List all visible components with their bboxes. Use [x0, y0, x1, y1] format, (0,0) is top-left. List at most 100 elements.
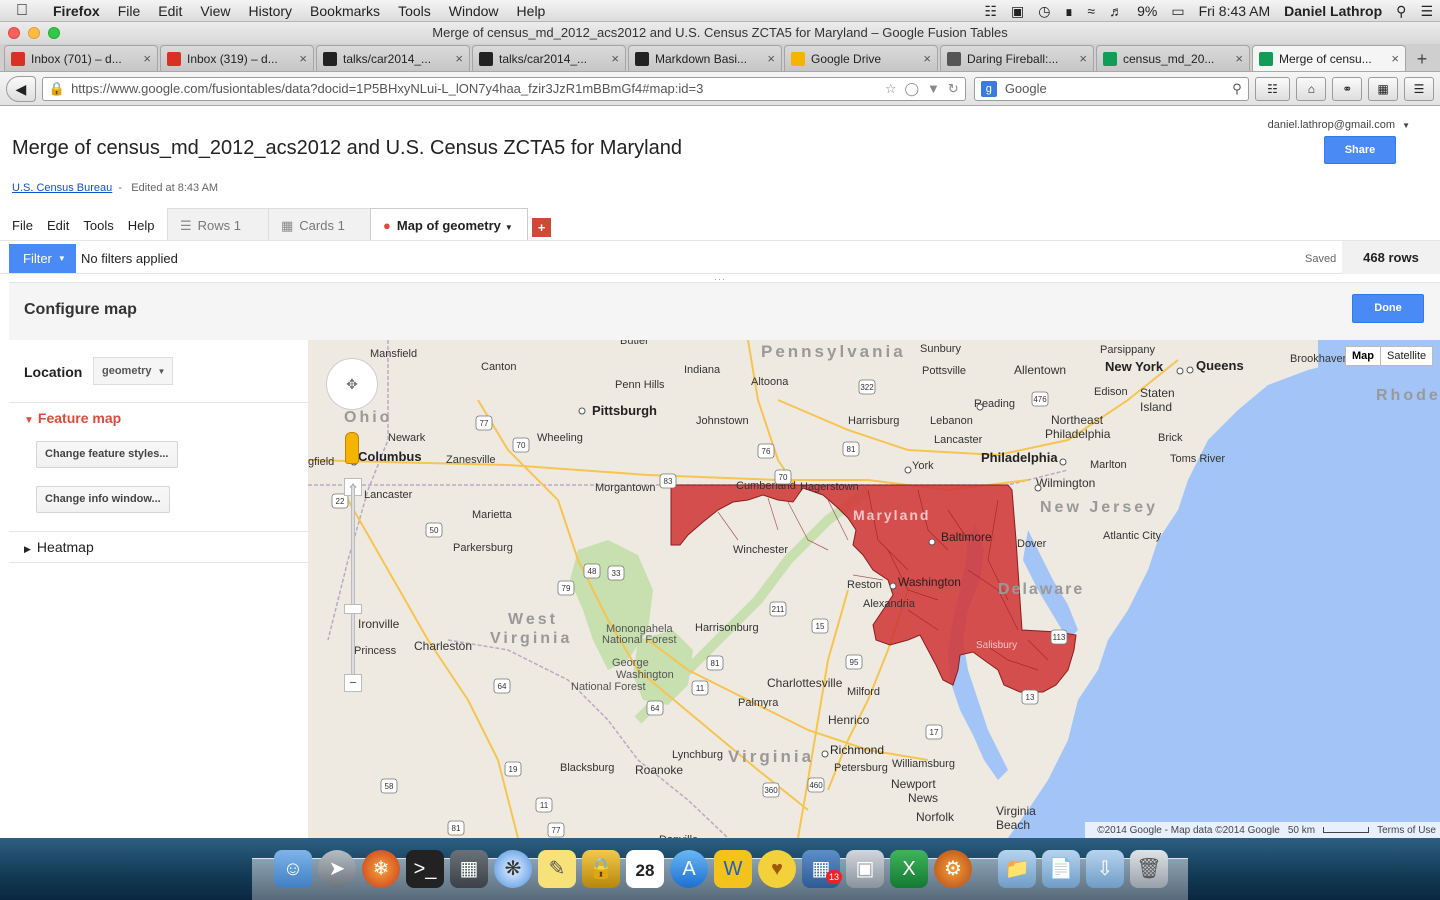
change-info-window-button[interactable]: Change info window...	[36, 486, 170, 513]
menu-bookmarks[interactable]: Bookmarks	[301, 0, 389, 22]
extension-button[interactable]: ▦	[1368, 76, 1399, 101]
browser-tab[interactable]: Daring Fireball:... ×	[940, 45, 1094, 71]
user-menu[interactable]: Daniel Lathrop	[1277, 0, 1389, 22]
menu-view[interactable]: View	[191, 0, 239, 22]
map-view[interactable]: Pennsylvania Ohio West Virginia Virginia New …	[308, 340, 1440, 838]
airplay-icon[interactable]: ▣	[1004, 0, 1031, 22]
apple-menu-icon[interactable]: 	[0, 2, 44, 20]
zoom-slider-track[interactable]	[351, 485, 355, 685]
filter-button[interactable]: Filter ▼	[9, 244, 76, 273]
menu-window[interactable]: Window	[440, 0, 508, 22]
home-button[interactable]: ⌂	[1296, 76, 1327, 101]
finder-icon[interactable]: ☺	[274, 850, 312, 888]
system-app-icon[interactable]: ▦	[450, 850, 488, 888]
google-search-engine-icon[interactable]: g	[980, 80, 997, 97]
safari-icon[interactable]: ❋	[494, 850, 532, 888]
spotlight-icon[interactable]: ⚲	[1389, 0, 1413, 22]
close-tab-icon[interactable]: ×	[299, 51, 307, 66]
zoom-window-button[interactable]	[48, 27, 60, 39]
bookmark-star-icon[interactable]: ☆	[885, 81, 897, 97]
zoom-slider-handle[interactable]	[344, 604, 362, 614]
done-button[interactable]: Done	[1352, 294, 1424, 323]
screen-share-icon[interactable]: ☷	[977, 0, 1004, 22]
account-email[interactable]: daniel.lathrop@gmail.com	[1268, 119, 1395, 131]
browser-tab[interactable]: Inbox (701) – d... ×	[4, 45, 158, 71]
excel-icon[interactable]: X	[890, 850, 928, 888]
menu-edit[interactable]: Edit	[149, 0, 191, 22]
pocket-toolbar-button[interactable]: ⚭	[1332, 76, 1363, 101]
downloads-folder-icon[interactable]: ⇩	[1086, 850, 1124, 888]
browser-tab[interactable]: Google Drive ×	[784, 45, 938, 71]
close-tab-icon[interactable]: ×	[611, 51, 619, 66]
zoom-out-button[interactable]: −	[344, 674, 362, 692]
close-tab-icon[interactable]: ×	[1391, 51, 1399, 66]
browser-tab[interactable]: talks/car2014_... ×	[316, 45, 470, 71]
add-tab-button[interactable]: +	[532, 218, 551, 237]
change-feature-styles-button[interactable]: Change feature styles...	[36, 441, 178, 468]
close-tab-icon[interactable]: ×	[767, 51, 775, 66]
url-text[interactable]: https://www.google.com/fusiontables/data…	[71, 81, 877, 96]
utility-icon[interactable]: ⚙	[934, 850, 972, 888]
new-tab-button[interactable]: +	[1408, 47, 1436, 71]
location-select[interactable]: geometry ▼	[93, 357, 173, 385]
tab-cards[interactable]: ▦ Cards 1	[268, 208, 371, 240]
chevron-down-icon[interactable]: ▼	[1402, 121, 1410, 130]
close-tab-icon[interactable]: ×	[1079, 51, 1087, 66]
bookmarks-menu-button[interactable]: ☷	[1254, 76, 1291, 101]
app-menu[interactable]: Firefox	[44, 0, 109, 22]
close-tab-icon[interactable]: ×	[1235, 51, 1243, 66]
minimize-window-button[interactable]	[28, 27, 40, 39]
textwrangler-icon[interactable]: W	[714, 850, 752, 888]
cyberduck-icon[interactable]: ♥	[758, 850, 796, 888]
documents-folder-icon[interactable]: 📄	[1042, 850, 1080, 888]
ft-menu-help[interactable]: Help	[128, 218, 155, 233]
terms-of-use-link[interactable]: Terms of Use	[1377, 825, 1436, 836]
search-bar[interactable]: g Google ⚲	[973, 76, 1249, 101]
preview-icon[interactable]: ▣	[846, 850, 884, 888]
browser-tab[interactable]: Inbox (319) – d... ×	[160, 45, 314, 71]
menu-history[interactable]: History	[239, 0, 301, 22]
notification-center-icon[interactable]: ☰	[1413, 0, 1440, 22]
browser-tab[interactable]: census_md_20... ×	[1096, 45, 1250, 71]
clock[interactable]: Fri 8:43 AM	[1192, 0, 1278, 22]
firefox-icon[interactable]: ❄	[362, 850, 400, 888]
menu-help[interactable]: Help	[508, 0, 555, 22]
volume-icon[interactable]: ♬	[1102, 0, 1130, 22]
source-link[interactable]: U.S. Census Bureau	[12, 182, 112, 194]
dropdown-arrow-icon[interactable]: ▼	[927, 81, 940, 96]
keychain-icon[interactable]: 🔒	[582, 850, 620, 888]
trash-icon[interactable]: 🗑	[1130, 850, 1168, 888]
ft-menu-edit[interactable]: Edit	[47, 218, 69, 233]
browser-tab[interactable]: Markdown Basi... ×	[628, 45, 782, 71]
street-view-pegman-icon[interactable]	[345, 432, 359, 464]
account-menu[interactable]: daniel.lathrop@gmail.com ▼	[1268, 119, 1410, 131]
launchpad-icon[interactable]: ➤	[318, 850, 356, 888]
applications-folder-icon[interactable]: 📁	[998, 850, 1036, 888]
pan-control-icon[interactable]: ✥	[326, 358, 378, 410]
close-tab-icon[interactable]: ×	[923, 51, 931, 66]
wifi-icon[interactable]: ≈	[1080, 0, 1102, 22]
browser-tab[interactable]: Merge of censu... ×	[1252, 45, 1406, 71]
bluetooth-icon[interactable]: ∎	[1057, 0, 1080, 22]
terminal-icon[interactable]: >_	[406, 850, 444, 888]
browser-tab[interactable]: talks/car2014_... ×	[472, 45, 626, 71]
heatmap-section-toggle[interactable]: ▶ Heatmap	[24, 539, 94, 555]
map-type-map-button[interactable]: Map	[1345, 346, 1381, 366]
menu-file[interactable]: File	[109, 0, 150, 22]
pocket-icon[interactable]: ◯	[904, 81, 919, 97]
ft-menu-tools[interactable]: Tools	[83, 218, 113, 233]
tab-map-of-geometry[interactable]: ● Map of geometry ▼	[370, 208, 528, 240]
time-machine-icon[interactable]: ◷	[1031, 0, 1057, 22]
reload-icon[interactable]: ↻	[948, 81, 959, 97]
map-canvas[interactable]: Pennsylvania Ohio West Virginia Virginia New …	[308, 340, 1440, 838]
map-type-satellite-button[interactable]: Satellite	[1380, 346, 1434, 366]
menu-tools[interactable]: Tools	[389, 0, 440, 22]
app-store-icon[interactable]: A	[670, 850, 708, 888]
search-icon[interactable]: ⚲	[1232, 81, 1242, 97]
close-tab-icon[interactable]: ×	[143, 51, 151, 66]
chevron-down-icon[interactable]: ▼	[505, 223, 513, 232]
share-button[interactable]: Share	[1324, 136, 1396, 164]
calendar-icon[interactable]: 28	[626, 850, 664, 888]
ft-menu-file[interactable]: File	[12, 218, 33, 233]
battery-status[interactable]: 9%	[1130, 0, 1164, 22]
